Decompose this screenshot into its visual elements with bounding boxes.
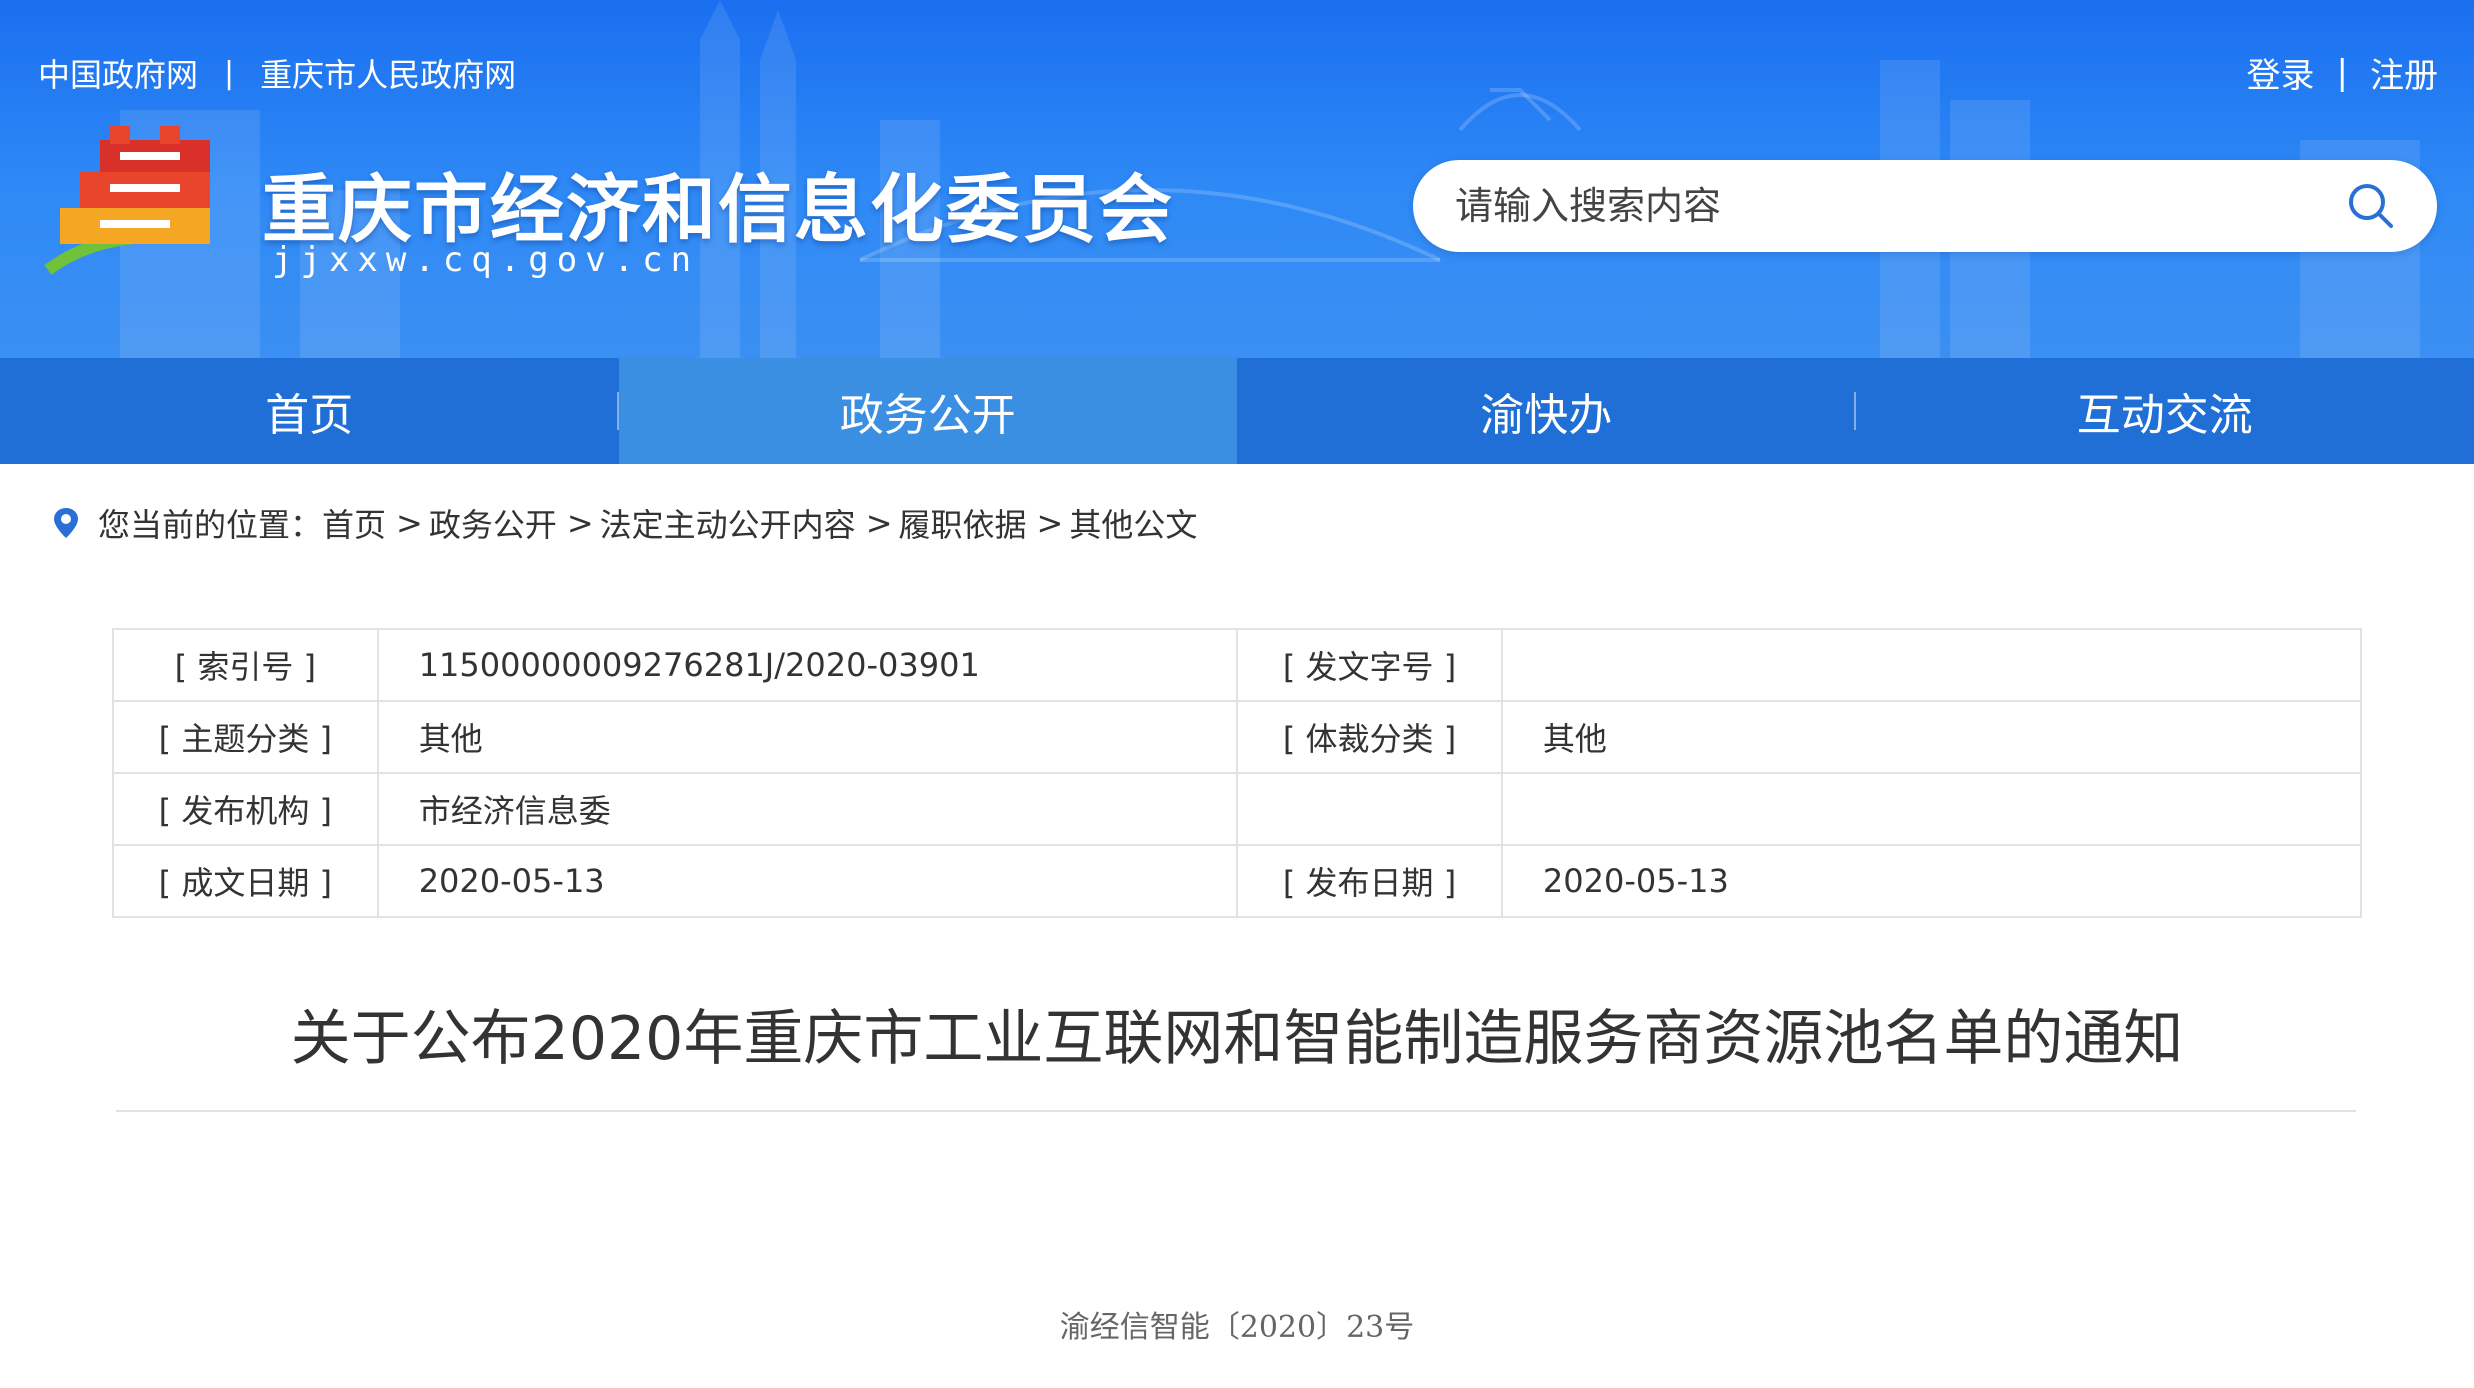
breadcrumb-prefix: 您当前的位置：: [98, 506, 323, 544]
article-title: 关于公布2020年重庆市工业互联网和智能制造服务商资源池名单的通知: [290, 1004, 2184, 1074]
main-nav: 首页 政务公开 渝快办 互动交流: [0, 358, 2474, 464]
meta-label: [ 发文字号 ]: [1236, 628, 1503, 702]
meta-label: [1236, 772, 1503, 846]
document-meta-table: [ 索引号 ] 11500000009276281J/2020-03901 [ …: [112, 628, 2363, 918]
site-logo-icon[interactable]: [40, 120, 240, 280]
nav-item-home[interactable]: 首页: [0, 358, 619, 464]
document-number: 渝经信智能〔2020〕23号: [1059, 1310, 1415, 1345]
meta-label: [ 发布日期 ]: [1236, 844, 1503, 918]
meta-value: 11500000009276281J/2020-03901: [376, 628, 1239, 702]
separator: |: [2336, 52, 2348, 93]
meta-value: 其他: [1500, 700, 2363, 774]
nav-item-yukuaiban[interactable]: 渝快办: [1237, 358, 1856, 464]
table-row: [ 发布机构 ] 市经济信息委: [112, 772, 2363, 846]
breadcrumb-other-documents[interactable]: 其他公文: [1069, 500, 1197, 546]
meta-value: [1500, 772, 2363, 846]
meta-label: [ 主题分类 ]: [112, 700, 379, 774]
table-row: [ 索引号 ] 11500000009276281J/2020-03901 [ …: [112, 628, 2363, 702]
meta-label: [ 发布机构 ]: [112, 772, 379, 846]
meta-value: 其他: [376, 700, 1239, 774]
nav-item-government-affairs[interactable]: 政务公开: [618, 358, 1237, 464]
china-gov-link[interactable]: 中国政府网: [38, 50, 198, 96]
search-icon[interactable]: [2345, 180, 2397, 232]
title-divider: [116, 1110, 2356, 1112]
meta-value: 市经济信息委: [376, 772, 1239, 846]
register-link[interactable]: 注册: [2370, 48, 2438, 97]
table-row: [ 成文日期 ] 2020-05-13 [ 发布日期 ] 2020-05-13: [112, 844, 2363, 918]
breadcrumb-separator: >: [396, 504, 423, 542]
site-domain: jjxxw.cq.gov.cn: [272, 240, 700, 280]
site-header: 中国政府网 | 重庆市人民政府网 登录 | 注册 重庆市经济和信息化委员会 jj…: [0, 0, 2474, 358]
user-links: 登录 | 注册: [2247, 48, 2438, 97]
meta-value: 2020-05-13: [376, 844, 1239, 918]
breadcrumb-separator: >: [865, 504, 893, 542]
meta-label: [ 索引号 ]: [112, 628, 379, 702]
location-pin-icon: [54, 508, 78, 538]
meta-label: [ 体裁分类 ]: [1236, 700, 1503, 774]
login-link[interactable]: 登录: [2247, 48, 2315, 97]
breadcrumb-duty-basis[interactable]: 履职依据: [899, 500, 1027, 546]
breadcrumb-statutory-disclosure[interactable]: 法定主动公开内容: [600, 500, 856, 546]
meta-value: 2020-05-13: [1500, 844, 2363, 918]
breadcrumb-government-affairs[interactable]: 政务公开: [429, 500, 557, 546]
table-row: [ 主题分类 ] 其他 [ 体裁分类 ] 其他: [112, 700, 2363, 774]
separator: |: [224, 55, 235, 91]
chongqing-gov-link[interactable]: 重庆市人民政府网: [260, 50, 516, 96]
breadcrumb: 您当前的位置： 首页 > 政务公开 > 法定主动公开内容 > 履职依据 > 其他…: [52, 500, 1197, 546]
breadcrumb-separator: >: [566, 504, 594, 542]
breadcrumb-separator: >: [1036, 504, 1064, 542]
top-links: 中国政府网 | 重庆市人民政府网: [38, 50, 516, 96]
search-box: [1413, 160, 2437, 252]
meta-value: [1500, 628, 2363, 702]
search-input[interactable]: [1455, 184, 2315, 228]
breadcrumb-home[interactable]: 首页: [322, 500, 386, 546]
meta-label: [ 成文日期 ]: [112, 844, 379, 918]
nav-item-interaction[interactable]: 互动交流: [1856, 358, 2474, 464]
